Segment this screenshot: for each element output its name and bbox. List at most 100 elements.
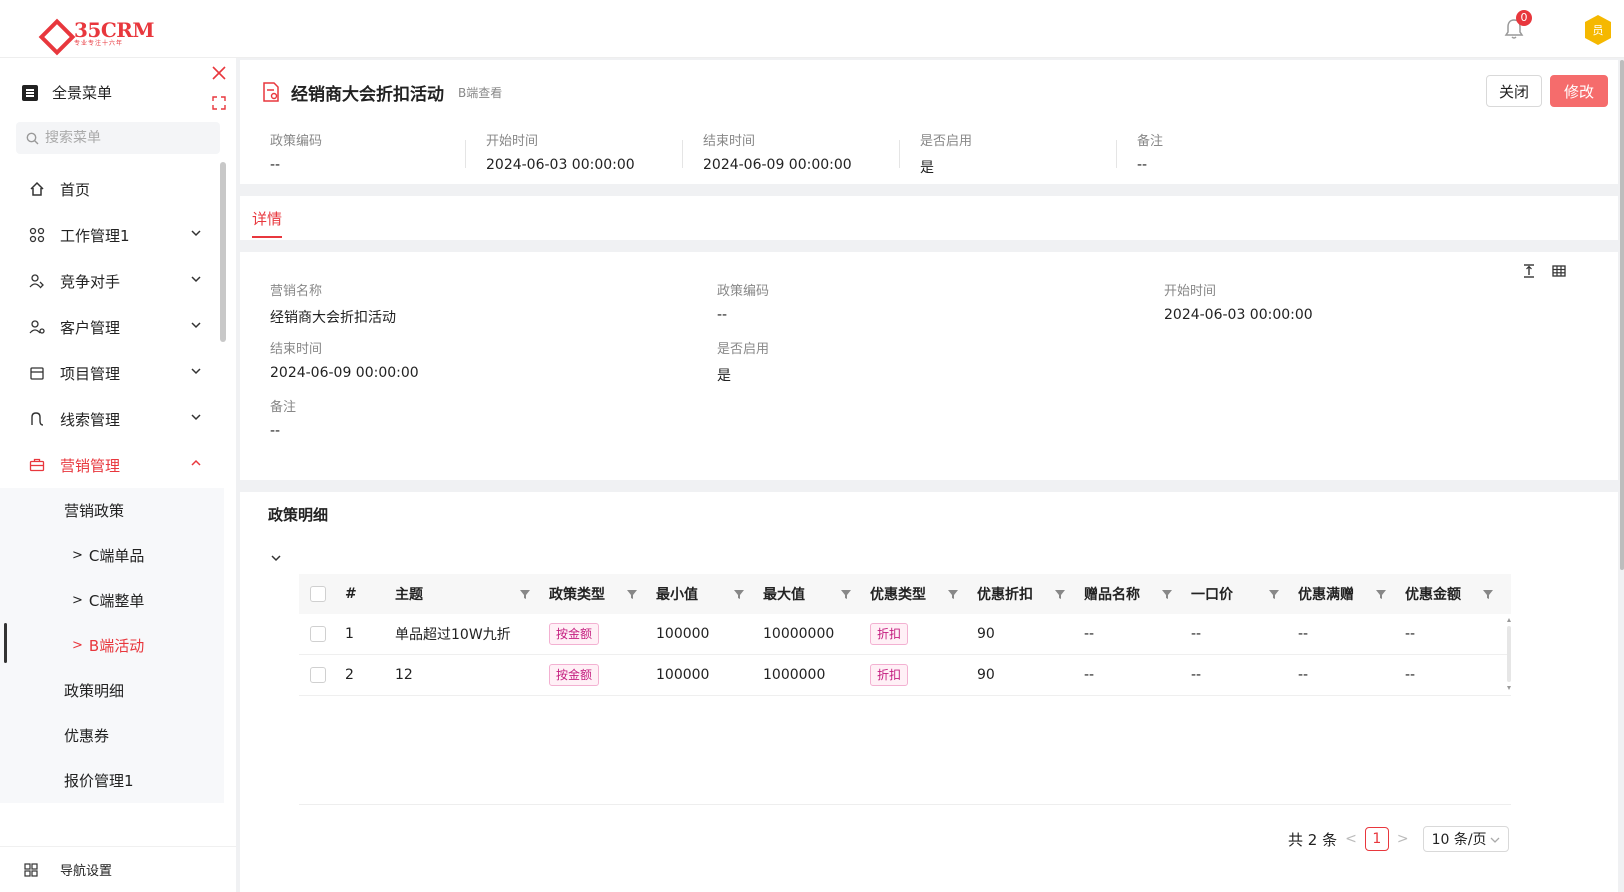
summary-label: 开始时间 [486,134,539,149]
sidebar-item-c-whole[interactable]: > C端整单 [0,578,224,623]
column-label: 优惠满赠 [1298,587,1354,603]
discount-type-tag: 折扣 [870,664,909,686]
sidebar-item-competitor[interactable]: 竞争对手 [0,258,224,304]
row-checkbox[interactable] [310,626,326,642]
column-header: 赠品名称 [1076,574,1183,614]
tab-detail[interactable]: 详情 [252,208,282,229]
cell-max: 1000000 [763,667,826,683]
field-value: 是 [717,368,731,384]
cell-policy-type: 按金额 [541,655,648,695]
table-row[interactable]: 1 单品超过10W九折 按金额 100000 10000000 折扣 90 --… [299,614,1511,655]
brand-name: 35CRM [74,18,155,42]
page-number-current[interactable]: 1 [1364,827,1389,851]
avatar[interactable]: 员 [1584,14,1612,46]
brand-logo[interactable]: 35CRM 专业专注十六年 [38,18,155,50]
table-scrollbar[interactable] [1506,616,1512,692]
cell-discount: 90 [977,667,995,683]
nav-setting-button[interactable]: 导航设置 [0,846,236,892]
select-all-checkbox[interactable] [310,586,326,602]
filter-icon[interactable] [733,588,745,600]
field-label: 备注 [270,400,297,415]
menu-search-input[interactable] [45,130,205,146]
next-page-icon[interactable]: > [1397,831,1409,847]
chevron-down-icon [191,276,201,283]
briefcase-icon [28,456,46,474]
table-layout-icon[interactable] [1552,264,1566,278]
page-title: 经销商大会折扣活动 [291,85,444,105]
chevron-down-icon [191,322,201,329]
cell-min: 100000 [656,626,710,642]
filter-icon[interactable] [1054,588,1066,600]
chevron-down-icon[interactable] [270,552,282,564]
sidebar-item-marketing[interactable]: 营销管理 [0,442,224,488]
edit-button[interactable]: 修改 [1550,75,1608,107]
vertical-align-icon[interactable] [1522,264,1536,278]
divider [1116,140,1117,168]
home-icon [28,180,46,198]
sidebar-item-label: 优惠券 [64,727,110,745]
close-icon[interactable] [210,64,228,82]
sidebar-item-work[interactable]: 工作管理1 [0,212,224,258]
column-header: 最小值 [648,574,755,614]
main-scrollbar[interactable] [1620,60,1624,570]
chevron-right-icon: > [72,548,83,563]
summary-value: 是 [920,160,934,176]
divider [299,804,1511,805]
filter-icon[interactable] [1482,588,1494,600]
section-title: 政策明细 [268,506,329,524]
search-icon [26,132,39,144]
section-gap [240,240,1618,252]
document-icon [263,82,279,102]
sidebar-nav: 首页 工作管理1 竞争对手 客户管理 项目管理 线索管理 营销管理 营销政策 >… [0,166,224,803]
summary-label: 备注 [1137,134,1164,149]
column-header: 优惠满赠 [1290,574,1397,614]
fullscreen-icon[interactable] [212,96,226,110]
sidebar-item-label: 竞争对手 [60,272,121,291]
sidebar-item-label: 工作管理1 [60,226,130,245]
sidebar-item-project[interactable]: 项目管理 [0,350,224,396]
sidebar-item-quote[interactable]: 报价管理1 [0,758,224,803]
sidebar-item-c-single[interactable]: > C端单品 [0,533,224,578]
table-row[interactable]: 2 12 按金额 100000 1000000 折扣 90 -- -- -- -… [299,655,1511,696]
summary-enabled: 是否启用 是 [920,130,972,176]
sidebar-item-leads[interactable]: 线索管理 [0,396,224,442]
column-label: # [345,586,357,602]
detail-tools [1522,264,1566,278]
cell-num: 1 [345,626,354,642]
filter-icon[interactable] [1375,588,1387,600]
filter-icon[interactable] [626,588,638,600]
close-button[interactable]: 关闭 [1486,75,1542,107]
filter-icon[interactable] [519,588,531,600]
sidebar-item-marketing-policy[interactable]: 营销政策 [0,488,224,533]
page-size-value: 10 条/页 [1431,832,1487,848]
filter-icon[interactable] [840,588,852,600]
divider [465,140,466,168]
prev-page-icon[interactable]: < [1345,831,1357,847]
field-value: -- [717,307,728,323]
menu-search[interactable] [16,122,220,154]
page-size-select[interactable]: 10 条/页 [1422,826,1509,852]
sidebar-item-home[interactable]: 首页 [0,166,224,212]
sidebar-scrollbar[interactable] [220,162,226,342]
column-label: 优惠折扣 [977,587,1033,603]
sidebar-item-customer[interactable]: 客户管理 [0,304,224,350]
column-header: 一口价 [1183,574,1290,614]
chevron-right-icon: > [72,593,83,608]
filter-icon[interactable] [947,588,959,600]
column-label: 最大值 [763,587,805,603]
column-label: 优惠金额 [1405,587,1461,603]
sidebar-item-label: 线索管理 [60,410,121,429]
filter-icon[interactable] [1161,588,1173,600]
policy-type-tag: 按金额 [549,623,600,645]
sidebar-item-label: C端整单 [88,592,145,610]
sidebar-item-label: 项目管理 [60,364,121,383]
menu-all-button[interactable]: 全景菜单 [22,82,112,103]
row-checkbox[interactable] [310,667,326,683]
tab-active-indicator [252,236,282,238]
cell-subject: 单品超过10W九折 [395,627,511,643]
filter-icon[interactable] [1268,588,1280,600]
customer-icon [28,318,46,336]
sidebar-item-b-activity[interactable]: > B端活动 [0,623,224,668]
sidebar-item-coupon[interactable]: 优惠券 [0,713,224,758]
sidebar-item-policy-detail[interactable]: 政策明细 [0,668,224,713]
